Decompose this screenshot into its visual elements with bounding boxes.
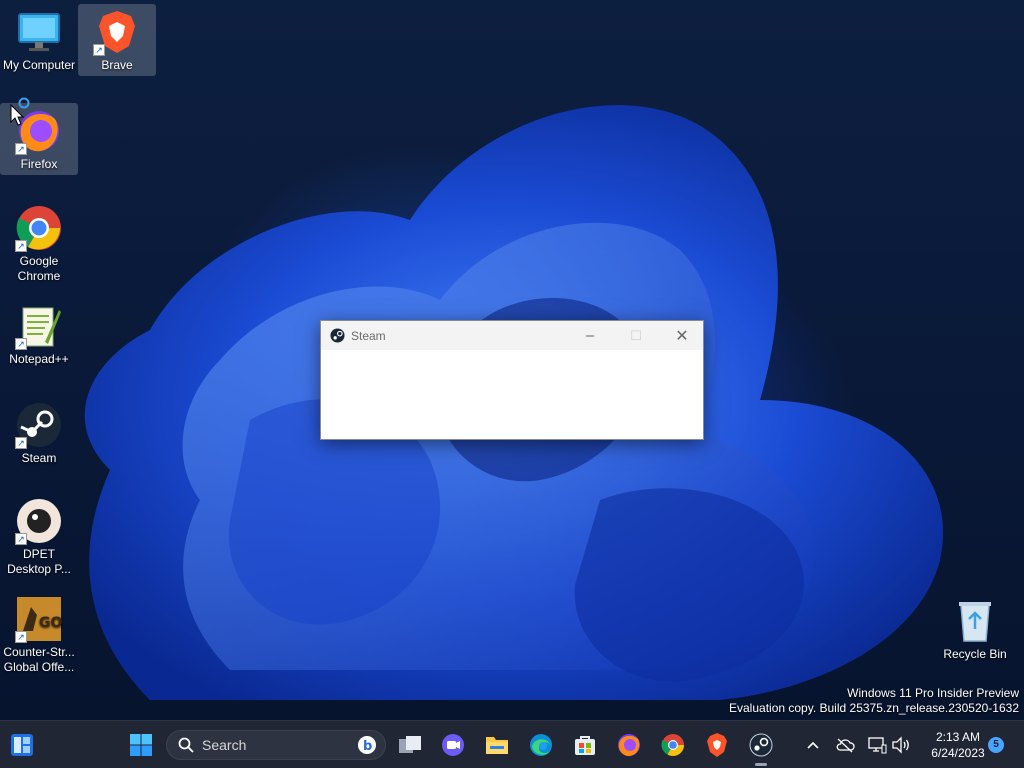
firefox-taskbar-button[interactable] xyxy=(613,729,645,761)
steam-window[interactable]: Steam – ☐ ✕ xyxy=(320,320,704,440)
shortcut-arrow-icon: ↗ xyxy=(15,338,27,350)
chat-icon xyxy=(442,734,464,756)
show-hidden-icons-button[interactable] xyxy=(797,729,829,761)
chrome-icon: ↗ xyxy=(15,204,63,252)
desktop-icon-label: Google Chrome xyxy=(17,254,61,283)
desktop-icon-label: Steam xyxy=(21,451,57,465)
minimize-button[interactable]: – xyxy=(567,321,613,350)
taskbar: Search b 2:13 AM 6/24/2023 5 xyxy=(0,720,1024,768)
speaker-icon xyxy=(892,736,909,754)
desktop-icon-label: Notepad++ xyxy=(9,352,69,366)
desktop-icon-counter-strike[interactable]: GO ↗ Counter-Str... Global Offe... xyxy=(0,591,78,678)
desktop-icon-my-computer[interactable]: My Computer xyxy=(0,4,78,76)
steam-titlebar[interactable]: Steam – ☐ ✕ xyxy=(321,321,703,350)
shortcut-arrow-icon: ↗ xyxy=(15,240,27,252)
steam-logo-icon xyxy=(330,328,345,343)
svg-text:b: b xyxy=(363,739,372,754)
csgo-icon: GO ↗ xyxy=(15,595,63,643)
widgets-icon xyxy=(11,734,33,756)
desktop-icon-dpet[interactable]: ↗ DPET Desktop P... xyxy=(0,493,78,580)
task-view-button[interactable] xyxy=(394,729,426,761)
clock[interactable]: 2:13 AM 6/24/2023 xyxy=(918,729,998,761)
busy-spinner-icon xyxy=(18,97,30,109)
clock-date: 6/24/2023 xyxy=(931,746,985,760)
steam-window-content xyxy=(321,350,703,439)
steam-running-indicator xyxy=(755,763,767,766)
widgets-button[interactable] xyxy=(6,729,38,761)
brave-icon xyxy=(707,733,727,757)
watermark-line-build: Evaluation copy. Build 25375.zn_release.… xyxy=(729,701,1019,715)
steam-icon xyxy=(749,733,773,757)
start-button[interactable] xyxy=(125,729,157,761)
network-icon xyxy=(868,737,887,754)
brave-taskbar-button[interactable] xyxy=(701,729,733,761)
watermark-line-edition: Windows 11 Pro Insider Preview xyxy=(847,686,1019,700)
folder-icon xyxy=(486,737,508,754)
desktop-icon-label: Brave xyxy=(101,58,133,72)
monitor-icon xyxy=(15,8,63,56)
brave-icon: ↗ xyxy=(93,8,141,56)
desktop[interactable]: My Computer ↗ Brave ↗ Firefox ↗ Google C… xyxy=(0,0,1024,720)
steam-taskbar-button[interactable] xyxy=(745,729,777,761)
microsoft-store-button[interactable] xyxy=(569,729,601,761)
desktop-icon-google-chrome[interactable]: ↗ Google Chrome xyxy=(0,200,78,287)
chevron-up-icon xyxy=(807,741,819,749)
close-button[interactable]: ✕ xyxy=(659,321,705,350)
desktop-icon-label: Firefox xyxy=(20,157,58,171)
shortcut-arrow-icon: ↗ xyxy=(15,437,27,449)
shortcut-arrow-icon: ↗ xyxy=(93,44,105,56)
notepad-plus-plus-icon: ↗ xyxy=(15,302,63,350)
firefox-icon xyxy=(618,734,640,757)
steam-icon: ↗ xyxy=(15,401,63,449)
taskbar-search-box[interactable]: Search b xyxy=(166,730,386,760)
shortcut-arrow-icon: ↗ xyxy=(15,631,27,643)
steam-window-title: Steam xyxy=(351,328,386,343)
desktop-icon-steam[interactable]: ↗ Steam xyxy=(0,397,78,469)
windows-logo-icon xyxy=(130,734,152,756)
dpet-icon: ↗ xyxy=(15,497,63,545)
shortcut-arrow-icon: ↗ xyxy=(15,533,27,545)
desktop-icon-label: My Computer xyxy=(2,58,76,72)
desktop-icon-recycle-bin[interactable]: Recycle Bin xyxy=(936,593,1014,665)
desktop-icon-label: Counter-Str... Global Offe... xyxy=(3,645,75,674)
desktop-icon-brave[interactable]: ↗ Brave xyxy=(78,4,156,76)
shortcut-arrow-icon: ↗ xyxy=(15,143,27,155)
volume-button[interactable] xyxy=(885,729,917,761)
task-view-icon xyxy=(399,736,421,753)
search-icon xyxy=(178,737,194,753)
chrome-taskbar-button[interactable] xyxy=(657,729,689,761)
store-icon xyxy=(575,736,595,755)
chat-button[interactable] xyxy=(437,729,469,761)
svg-text:GO: GO xyxy=(39,615,62,631)
search-placeholder: Search xyxy=(202,737,247,753)
chrome-icon xyxy=(661,734,684,756)
file-explorer-button[interactable] xyxy=(481,729,513,761)
clock-time: 2:13 AM xyxy=(935,730,981,744)
evaluation-watermark: Windows 11 Pro Insider Preview Evaluatio… xyxy=(729,686,1019,716)
edge-icon xyxy=(530,734,552,756)
notification-badge[interactable]: 5 xyxy=(988,737,1004,753)
edge-button[interactable] xyxy=(525,729,557,761)
desktop-icon-label: Recycle Bin xyxy=(943,647,1007,661)
cloud-offline-icon xyxy=(836,738,855,753)
bing-icon: b xyxy=(358,736,376,754)
onedrive-button[interactable] xyxy=(829,729,861,761)
desktop-icon-label: DPET Desktop P... xyxy=(7,547,71,576)
recycle-bin-icon xyxy=(951,597,999,645)
desktop-icon-notepad-plus-plus[interactable]: ↗ Notepad++ xyxy=(0,298,78,370)
maximize-button[interactable]: ☐ xyxy=(613,321,659,350)
